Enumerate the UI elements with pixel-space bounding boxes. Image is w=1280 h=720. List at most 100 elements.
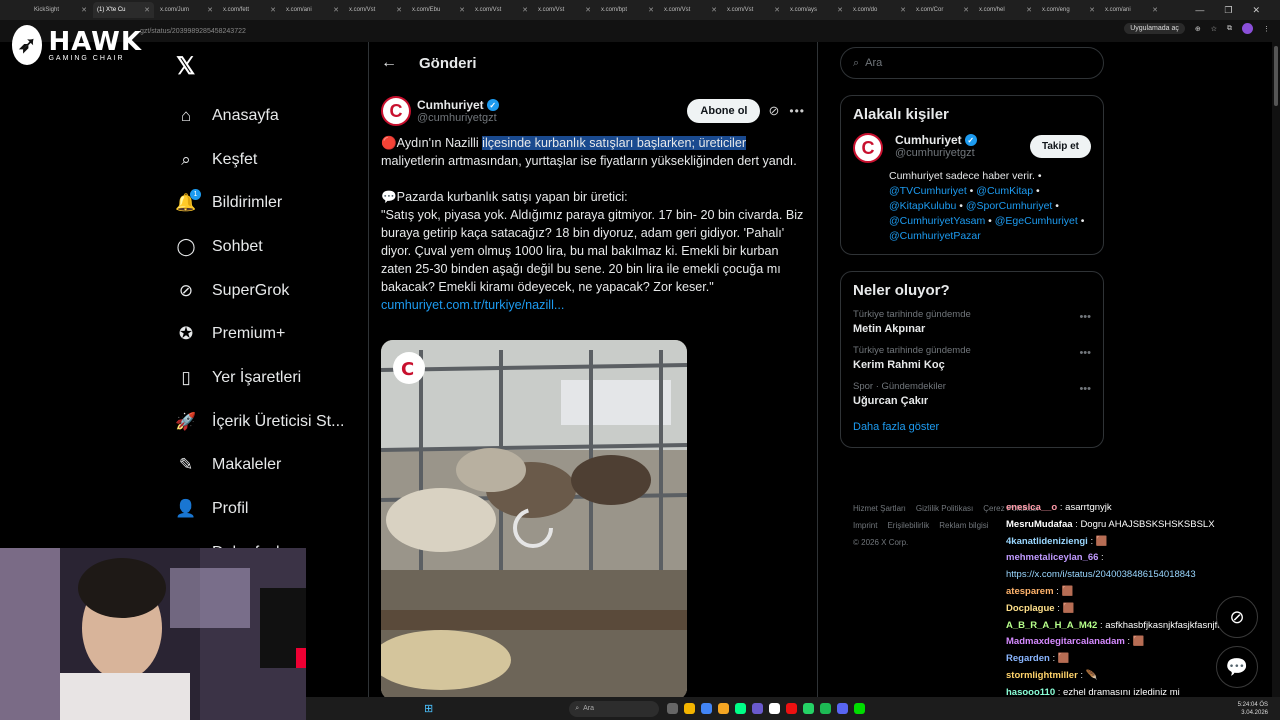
follow-button[interactable]: Takip et [1029,135,1091,158]
sidebar-item-article[interactable]: ✎ Makaleler [176,444,356,488]
close-tab-icon[interactable]: ✕ [459,6,465,14]
related-name[interactable]: Cumhuriyet [895,133,962,147]
close-tab-icon[interactable]: ✕ [774,6,780,14]
close-tab-icon[interactable]: ✕ [711,6,717,14]
open-in-app-chip[interactable]: Uygulamada aç [1124,23,1185,34]
spotify-icon[interactable] [820,703,832,714]
related-avatar[interactable]: C [853,133,883,163]
browser-tab[interactable]: x.com/eng ✕ [1038,2,1099,18]
browser-tab[interactable]: x.com/hel ✕ [975,2,1036,18]
close-tab-icon[interactable]: ✕ [648,6,654,14]
back-arrow-icon[interactable]: ← [381,54,397,72]
chat-username[interactable]: 4kanatlideniziengi [1006,536,1088,547]
sidebar-item-bookmark[interactable]: ▯ Yer İşaretleri [176,356,356,400]
taskbar-search[interactable]: ⌕ Ara [569,700,660,717]
search-input[interactable]: ⌕ Ara [840,47,1104,79]
app-icon[interactable] [735,703,747,714]
related-handle[interactable]: @cumhuriyetgzt [895,147,977,159]
trend-item[interactable]: Spor · Gündemdekiler Uğurcan Çakır ••• [853,381,1091,407]
chat-username[interactable]: eneslca__o [1006,502,1057,513]
sidebar-item-premium[interactable]: ✪ Premium+ [176,312,356,356]
chat-username[interactable]: atesparem [1006,586,1054,597]
extensions-icon[interactable]: ⧉ [1227,25,1232,33]
footer-link[interactable]: Erişilebilirlik [887,521,929,530]
chat-username[interactable]: Regarden [1006,653,1050,664]
browser-tab[interactable]: x.com/Ebu ✕ [408,2,469,18]
close-tab-icon[interactable]: ✕ [396,6,402,14]
folder-icon[interactable] [684,703,696,714]
restore-icon[interactable]: ❐ [1224,5,1232,16]
browser-tab[interactable]: x.com/Vst ✕ [723,2,784,18]
browser-tab[interactable]: KickSight ✕ [30,2,91,18]
sidebar-item-grok[interactable]: ⊘ SuperGrok [176,269,356,313]
author-name[interactable]: Cumhuriyet [417,98,484,112]
start-icon[interactable]: ⊞ [424,702,433,715]
chat-username[interactable]: A_B_R_A_H_A_M42 [1006,620,1097,631]
browser-tab[interactable]: x.com/Vst ✕ [660,2,721,18]
close-tab-icon[interactable]: ✕ [333,6,339,14]
browser-tab[interactable]: x.com/Jum ✕ [156,2,217,18]
x-logo-icon[interactable]: 𝕏 [176,52,195,81]
bio-link[interactable]: @SporCumhuriyet [966,200,1053,212]
browser-tab[interactable]: x.com/ani ✕ [1101,2,1162,18]
chat-username[interactable]: mehmetaliceylan_66 [1006,552,1098,563]
app-icon[interactable] [769,703,781,714]
footer-link[interactable]: Hizmet Şartları [853,504,906,513]
show-more-link[interactable]: Daha fazla göster [853,421,1091,433]
browser-tab[interactable]: x.com/Vst ✕ [345,2,406,18]
close-tab-icon[interactable]: ✕ [522,6,528,14]
more-options-icon[interactable]: ••• [1079,383,1091,395]
grok-icon[interactable]: ⊘ [768,103,779,119]
bio-link[interactable]: @KitapKulubu [889,200,956,212]
footer-link[interactable]: Reklam bilgisi [939,521,988,530]
bio-link[interactable]: @EgeCumhuriyet [995,215,1078,227]
close-tab-icon[interactable]: ✕ [900,6,906,14]
sidebar-item-user[interactable]: 👤 Profil [175,487,356,531]
browser-menu-icon[interactable]: ⋮ [1263,25,1270,33]
chat-username[interactable]: stormlightmiller [1006,670,1078,681]
app-icon[interactable] [718,703,730,714]
app-icon[interactable] [786,703,798,714]
app-icon[interactable] [837,703,849,714]
close-tab-icon[interactable]: ✕ [963,6,969,14]
author-avatar[interactable]: C [381,96,411,126]
browser-tab[interactable]: x.com/ani ✕ [282,2,343,18]
author-handle[interactable]: @cumhuriyetgzt [417,112,499,124]
star-icon[interactable]: ☆ [1211,25,1217,33]
chat-username[interactable]: Madmaxdegitarcalanadam [1006,636,1125,647]
minimize-icon[interactable]: — [1195,5,1204,15]
post-link[interactable]: cumhuriyet.com.tr/turkiye/nazill... [381,298,564,312]
sidebar-item-rocket[interactable]: 🚀 İçerik Üreticisi St... [175,400,356,444]
browser-tab[interactable]: x.com/bpt ✕ [597,2,658,18]
footer-link[interactable]: Imprint [853,521,877,530]
browser-tab[interactable]: x.com/do ✕ [849,2,910,18]
discord-icon[interactable] [752,703,764,714]
chat-username[interactable]: MesruMudafaa [1006,519,1073,530]
subscribe-button[interactable]: Abone ol [687,99,761,123]
more-options-icon[interactable]: ••• [789,104,805,118]
close-tab-icon[interactable]: ✕ [81,6,87,14]
app-icon[interactable] [854,703,866,714]
more-options-icon[interactable]: ••• [1079,347,1091,359]
bio-link[interactable]: @CumhuriyetPazar [889,230,981,242]
page-scrollbar[interactable] [1272,42,1280,697]
trend-item[interactable]: Türkiye tarihinde gündemde Kerim Rahmi Ko… [853,345,1091,371]
bio-link[interactable]: @CumKitap [976,185,1033,197]
trend-item[interactable]: Türkiye tarihinde gündemde Metin Akpınar •… [853,309,1091,335]
chrome-icon[interactable] [701,703,713,714]
bio-link[interactable]: @CumhuriyetYasam [889,215,985,227]
browser-tab[interactable]: x.com/Cor ✕ [912,2,973,18]
chat-username[interactable]: Docplague [1006,603,1055,614]
profile-avatar[interactable] [1242,23,1253,34]
more-options-icon[interactable]: ••• [1079,311,1091,323]
close-tab-icon[interactable]: ✕ [270,6,276,14]
zoom-icon[interactable]: ⊕ [1195,25,1201,33]
post-video[interactable]: C [381,340,687,700]
browser-tab[interactable]: x.com/fett ✕ [219,2,280,18]
sidebar-item-search[interactable]: ⌕ Keşfet [176,138,356,182]
browser-tab[interactable]: (1) X'te Cu ✕ [93,2,154,18]
close-tab-icon[interactable]: ✕ [207,6,213,14]
close-tab-icon[interactable]: ✕ [1089,6,1095,14]
close-tab-icon[interactable]: ✕ [837,6,843,14]
app-icon[interactable] [667,703,679,714]
